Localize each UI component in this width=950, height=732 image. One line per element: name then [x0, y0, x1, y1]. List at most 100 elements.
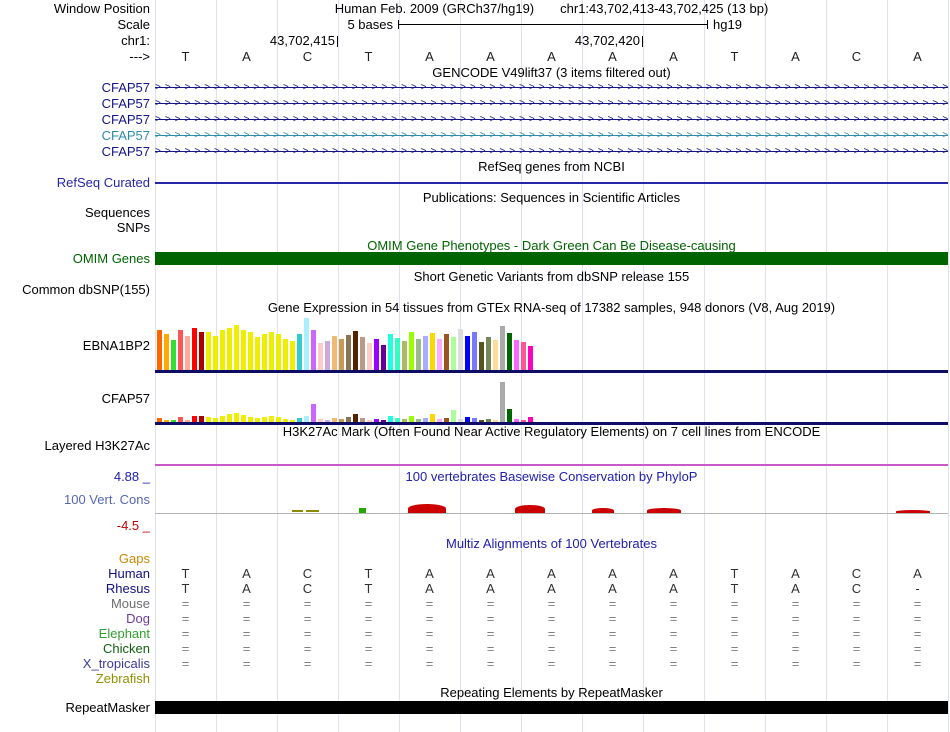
- gtex-tissue-bar[interactable]: [234, 325, 239, 370]
- gtex-tissue-bar[interactable]: [185, 336, 190, 370]
- gtex-tissue-bar[interactable]: [164, 334, 169, 370]
- gtex-gene-label[interactable]: EBNA1BP2: [0, 339, 150, 353]
- gtex-tissue-bar[interactable]: [325, 341, 330, 370]
- gtex-tissue-bar[interactable]: [437, 339, 442, 370]
- gtex-tissue-bar[interactable]: [430, 333, 435, 370]
- gtex-tissue-bar[interactable]: [416, 339, 421, 370]
- gtex-tissue-bar[interactable]: [283, 339, 288, 370]
- phylop-track-label[interactable]: 100 Vert. Cons: [0, 493, 150, 507]
- gtex-tissue-bar[interactable]: [241, 330, 246, 370]
- gencode-item-label[interactable]: CFAP57: [0, 81, 150, 95]
- gtex-tissue-bar[interactable]: [381, 345, 386, 370]
- multiz-species-label[interactable]: Human: [0, 567, 150, 581]
- gtex-tissue-bar[interactable]: [500, 326, 505, 370]
- gencode-transcript-arrows[interactable]: >>>>>>>>>>>>>>>>>>>>>>>>>>>>>>>>>>>>>>>>…: [155, 81, 948, 94]
- gtex-tissue-bar[interactable]: [423, 336, 428, 370]
- gtex-tissue-bar[interactable]: [213, 336, 218, 370]
- gtex-tissue-bar[interactable]: [227, 414, 232, 422]
- gencode-transcript-arrows[interactable]: >>>>>>>>>>>>>>>>>>>>>>>>>>>>>>>>>>>>>>>>…: [155, 113, 948, 126]
- gtex-tissue-bar[interactable]: [388, 334, 393, 370]
- gtex-tissue-bar[interactable]: [353, 331, 358, 370]
- gtex-tissue-bar[interactable]: [234, 413, 239, 422]
- refseq-gene-line[interactable]: [155, 182, 948, 184]
- multiz-species-label[interactable]: Chicken: [0, 642, 150, 656]
- gencode-item-label[interactable]: CFAP57: [0, 97, 150, 111]
- gtex-tissue-bar[interactable]: [493, 340, 498, 370]
- gtex-tissue-bar[interactable]: [353, 414, 358, 422]
- omim-gene-bar[interactable]: [155, 252, 948, 265]
- multiz-species-label[interactable]: Gaps: [0, 552, 150, 566]
- gtex-tissue-bar[interactable]: [227, 328, 232, 370]
- multiz-species-label[interactable]: Mouse: [0, 597, 150, 611]
- gtex-tissue-bar[interactable]: [458, 329, 463, 370]
- gtex-tissue-bar[interactable]: [311, 404, 316, 422]
- gtex-tissue-bar[interactable]: [304, 318, 309, 370]
- gtex-tissue-bar[interactable]: [276, 334, 281, 370]
- multiz-species-label[interactable]: Elephant: [0, 627, 150, 641]
- gtex-tissue-bar[interactable]: [206, 332, 211, 370]
- gtex-tissue-bar[interactable]: [360, 337, 365, 370]
- gtex-tissue-bar[interactable]: [199, 332, 204, 370]
- publications-sequences-label[interactable]: Sequences: [0, 206, 150, 220]
- dbsnp-label[interactable]: Common dbSNP(155): [0, 283, 150, 297]
- gtex-tissue-bar[interactable]: [290, 341, 295, 370]
- h3k27ac-label[interactable]: Layered H3K27Ac: [0, 439, 150, 453]
- gencode-transcript-arrows[interactable]: >>>>>>>>>>>>>>>>>>>>>>>>>>>>>>>>>>>>>>>>…: [155, 129, 948, 142]
- gtex-barchart-ebna1bp2[interactable]: [157, 318, 533, 370]
- gtex-tissue-bar[interactable]: [255, 337, 260, 370]
- gtex-tissue-bar[interactable]: [507, 409, 512, 422]
- gtex-tissue-bar[interactable]: [430, 414, 435, 422]
- gtex-tissue-bar[interactable]: [514, 340, 519, 370]
- repeatmasker-element-bar[interactable]: [155, 701, 948, 714]
- gtex-tissue-bar[interactable]: [318, 343, 323, 370]
- gtex-tissue-bar[interactable]: [367, 343, 372, 370]
- gtex-tissue-bar[interactable]: [241, 415, 246, 422]
- gtex-tissue-bar[interactable]: [500, 382, 505, 422]
- gtex-tissue-bar[interactable]: [171, 340, 176, 370]
- repeatmasker-label[interactable]: RepeatMasker: [0, 701, 150, 715]
- gencode-transcript-arrows[interactable]: >>>>>>>>>>>>>>>>>>>>>>>>>>>>>>>>>>>>>>>>…: [155, 97, 948, 110]
- gtex-tissue-bar[interactable]: [409, 332, 414, 370]
- gtex-tissue-bar[interactable]: [262, 334, 267, 370]
- gtex-tissue-bar[interactable]: [192, 328, 197, 370]
- gencode-item-label[interactable]: CFAP57: [0, 129, 150, 143]
- gtex-tissue-bar[interactable]: [528, 346, 533, 370]
- multiz-species-label[interactable]: Dog: [0, 612, 150, 626]
- gtex-tissue-bar[interactable]: [395, 338, 400, 370]
- gtex-tissue-bar[interactable]: [220, 330, 225, 370]
- gtex-tissue-bar[interactable]: [402, 341, 407, 370]
- multiz-species-label[interactable]: Rhesus: [0, 582, 150, 596]
- gtex-tissue-bar[interactable]: [311, 330, 316, 370]
- gtex-tissue-bar[interactable]: [332, 336, 337, 370]
- gtex-tissue-bar[interactable]: [479, 342, 484, 370]
- multiz-species-label[interactable]: X_tropicalis: [0, 657, 150, 671]
- gencode-item-label[interactable]: CFAP57: [0, 145, 150, 159]
- gtex-tissue-bar[interactable]: [157, 330, 162, 370]
- publications-snps-label[interactable]: SNPs: [0, 221, 150, 235]
- gtex-tissue-bar[interactable]: [339, 339, 344, 370]
- multiz-species-label[interactable]: Zebrafish: [0, 672, 150, 686]
- gtex-tissue-bar[interactable]: [486, 337, 491, 370]
- gtex-tissue-bar[interactable]: [521, 342, 526, 370]
- gtex-tissue-bar[interactable]: [374, 339, 379, 370]
- gencode-item-label[interactable]: CFAP57: [0, 113, 150, 127]
- refseq-curated-label[interactable]: RefSeq Curated: [0, 176, 150, 190]
- h3k27ac-signal-line[interactable]: [155, 464, 948, 466]
- gtex-tissue-bar[interactable]: [451, 410, 456, 422]
- omim-genes-label[interactable]: OMIM Genes: [0, 252, 150, 266]
- gtex-tissue-bar[interactable]: [297, 334, 302, 370]
- gtex-tissue-bar[interactable]: [178, 330, 183, 370]
- gtex-gene-label[interactable]: CFAP57: [0, 392, 150, 406]
- gtex-barchart-cfap57[interactable]: [157, 380, 533, 422]
- gtex-tissue-bar[interactable]: [248, 332, 253, 370]
- gencode-transcript-arrows[interactable]: >>>>>>>>>>>>>>>>>>>>>>>>>>>>>>>>>>>>>>>>…: [155, 145, 948, 158]
- strand-direction-label[interactable]: --->: [0, 50, 150, 64]
- gtex-tissue-bar[interactable]: [451, 337, 456, 370]
- gtex-tissue-bar[interactable]: [507, 333, 512, 370]
- gtex-tissue-bar[interactable]: [472, 332, 477, 370]
- gtex-tissue-bar[interactable]: [444, 334, 449, 370]
- gtex-tissue-bar[interactable]: [346, 335, 351, 370]
- gtex-tissue-bar[interactable]: [465, 336, 470, 370]
- gtex-tissue-bar[interactable]: [269, 332, 274, 370]
- alignment-cell: [155, 552, 216, 566]
